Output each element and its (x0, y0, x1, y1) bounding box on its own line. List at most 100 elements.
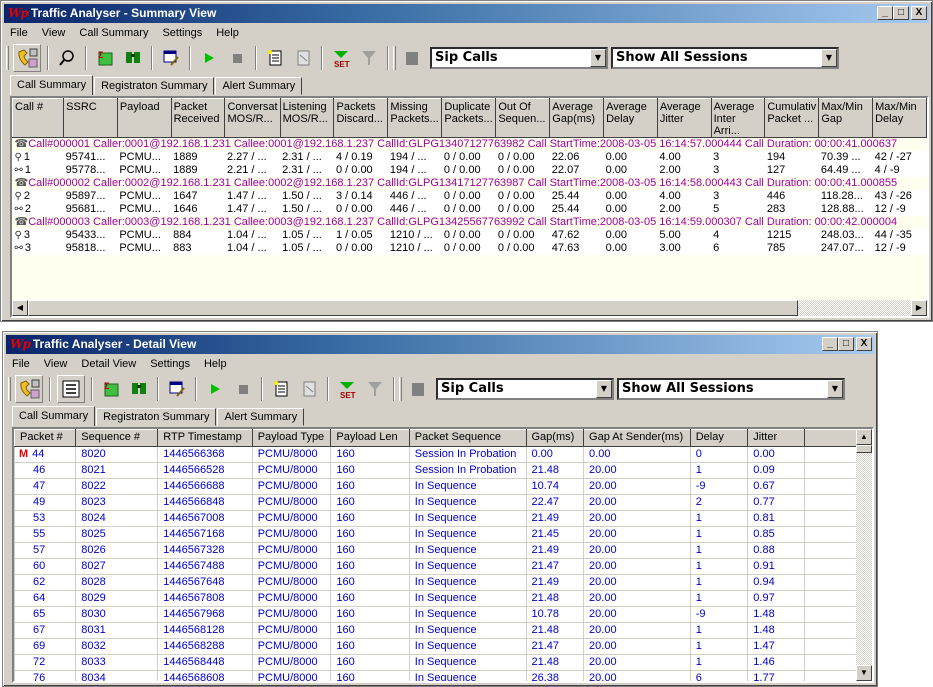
column-header[interactable]: Packet Sequence (408, 429, 527, 447)
menu-help[interactable]: Help (204, 358, 227, 370)
call-row[interactable]: ☎Call#000003 Caller:0003@192.168.1.231 C… (12, 216, 927, 229)
column-header[interactable]: Average Jitter (656, 98, 712, 138)
column-header[interactable]: Payload Type (251, 429, 332, 447)
chevron-down-icon[interactable]: ▼ (596, 380, 612, 398)
stream-row[interactable]: ⚲ 1 95741... PCMU... 1889 2.27 / ... 2.31 / ..… (12, 151, 927, 164)
play-icon[interactable] (203, 377, 227, 401)
sum-save-icon[interactable]: Σ (99, 377, 123, 401)
column-header[interactable]: Packet # (14, 429, 77, 447)
stream-row[interactable]: ⚲ 3 95433... PCMU... 884 1.04 / ... 1.05 / ...… (12, 229, 927, 242)
stop-icon[interactable] (225, 46, 249, 70)
packet-row[interactable]: 65 8030 1446567968 PCMU/8000 160 In Sequence 1… (14, 606, 872, 623)
scroll-track[interactable] (798, 300, 911, 316)
list-view-icon[interactable] (57, 375, 85, 403)
chevron-down-icon[interactable]: ▼ (827, 380, 843, 398)
packet-row[interactable]: 60 8027 1446567488 PCMU/8000 160 In Sequence 2… (14, 558, 872, 575)
scroll-right-icon[interactable]: ▶ (911, 300, 927, 316)
column-header[interactable]: Gap At Sender(ms) (583, 429, 691, 447)
column-header[interactable]: Average Inter Arri... (710, 98, 766, 138)
scroll-left-icon[interactable]: ◀ (12, 300, 28, 316)
column-header[interactable]: Delay (689, 429, 749, 447)
search-icon[interactable] (55, 46, 79, 70)
packet-row[interactable]: 55 8025 1446567168 PCMU/8000 160 In Sequence 2… (14, 526, 872, 543)
call-row[interactable]: ☎Call#000002 Caller:0002@192.168.1.231 C… (12, 177, 927, 190)
clear-filter-icon[interactable] (363, 377, 387, 401)
column-header[interactable]: Packet Received (170, 98, 226, 138)
menu-settings[interactable]: Settings (162, 27, 202, 39)
column-header[interactable]: Sequence # (75, 429, 159, 447)
binoculars-icon[interactable] (127, 377, 151, 401)
menu-view[interactable]: View (44, 358, 68, 370)
session-select[interactable]: Show All Sessions ▼ (611, 47, 839, 69)
scroll-up-icon[interactable]: ▲ (856, 429, 872, 445)
maximize-button[interactable]: □ (838, 337, 854, 351)
scroll-thumb[interactable] (856, 445, 872, 453)
chevron-down-icon[interactable]: ▼ (821, 49, 837, 67)
close-button[interactable]: X (856, 337, 872, 351)
session-select[interactable]: Show All Sessions ▼ (617, 378, 845, 400)
column-header[interactable]: Conversat MOS/R... (224, 98, 281, 138)
sum-save-icon[interactable]: Σ (93, 46, 117, 70)
column-header[interactable]: Average Delay (603, 98, 658, 138)
packet-row[interactable]: 72 8033 1446568448 PCMU/8000 160 In Sequence 2… (14, 654, 872, 671)
new-document-icon[interactable] (269, 377, 293, 401)
clear-filter-icon[interactable] (357, 46, 381, 70)
column-header[interactable]: Max/Min Gap (818, 98, 874, 138)
stream-row[interactable]: ⚯ 3 95818... PCMU... 883 1.04 / ... 1.05 / ...… (12, 242, 927, 255)
minimize-button[interactable]: _ (877, 6, 893, 20)
edit-report-icon[interactable] (165, 377, 189, 401)
scroll-thumb[interactable] (28, 300, 798, 316)
packet-row[interactable]: 67 8031 1446568128 PCMU/8000 160 In Sequence 2… (14, 622, 872, 639)
tab-registration-summary[interactable]: Registraton Summary (94, 77, 215, 95)
packet-row[interactable]: 62 8028 1446567648 PCMU/8000 160 In Sequence 2… (14, 574, 872, 591)
minimize-button[interactable]: _ (822, 337, 838, 351)
tab-registration-summary[interactable]: Registraton Summary (96, 408, 217, 426)
stop-icon[interactable] (231, 377, 255, 401)
packet-row[interactable]: 57 8026 1446567328 PCMU/8000 160 In Sequence 2… (14, 542, 872, 559)
new-document-icon[interactable] (263, 46, 287, 70)
toolbar-grip[interactable] (6, 46, 9, 70)
packet-row[interactable]: 46 8021 1446566528 PCMU/8000 160 Session In P… (14, 462, 872, 479)
clear-document-icon[interactable] (291, 46, 315, 70)
menu-help[interactable]: Help (216, 27, 239, 39)
packet-row[interactable]: 76 8034 1446568608 PCMU/8000 160 In Sequence 2… (14, 670, 872, 681)
edit-report-icon[interactable] (159, 46, 183, 70)
binoculars-icon[interactable] (121, 46, 145, 70)
horizontal-scrollbar[interactable]: ◀ ▶ (12, 300, 927, 316)
set-filter-icon[interactable]: SET (335, 377, 359, 401)
call-type-select[interactable]: Sip Calls ▼ (436, 378, 614, 400)
column-header[interactable]: Duplicate Packets... (441, 98, 497, 138)
column-header[interactable]: Packets Discard... (333, 98, 389, 138)
column-header[interactable]: Jitter (747, 429, 805, 447)
menu-detail-view[interactable]: Detail View (81, 358, 136, 370)
packet-row[interactable]: 49 8023 1446566848 PCMU/8000 160 In Sequence 2… (14, 494, 872, 511)
call-row[interactable]: ☎Call#000001 Caller:0001@192.168.1.231 C… (12, 137, 927, 151)
column-header[interactable]: Average Gap(ms) (549, 98, 605, 138)
toolbar-grip[interactable] (8, 377, 11, 401)
title-bar[interactable]: Wp Traffic Analyser - Detail View _ □ X (6, 335, 874, 354)
column-header[interactable]: Gap(ms) (525, 429, 585, 447)
packet-row[interactable]: 53 8024 1446567008 PCMU/8000 160 In Sequence 2… (14, 510, 872, 527)
menu-file[interactable]: File (10, 27, 28, 39)
call-type-select[interactable]: Sip Calls ▼ (430, 47, 608, 69)
call-phone-icon[interactable] (13, 44, 41, 72)
maximize-button[interactable]: □ (893, 6, 909, 20)
stream-row[interactable]: ⚯ 2 95681... PCMU... 1646 1.47 / ... 1.50 / ..… (12, 203, 927, 216)
tab-call-summary[interactable]: Call Summary (10, 75, 94, 95)
column-header[interactable]: Call # (12, 98, 65, 138)
play-icon[interactable] (197, 46, 221, 70)
column-header[interactable]: Max/Min Delay (872, 98, 927, 138)
column-header[interactable]: RTP Timestamp (157, 429, 253, 447)
stream-row[interactable]: ⚯ 1 95778... PCMU... 1889 2.21 / ... 2.31 / ..… (12, 164, 927, 177)
packet-row[interactable]: 64 8029 1446567808 PCMU/8000 160 In Sequence 2… (14, 590, 872, 607)
column-header[interactable]: Out Of Sequen... (495, 98, 551, 138)
menu-call-summary[interactable]: Call Summary (79, 27, 148, 39)
set-filter-icon[interactable]: SET (329, 46, 353, 70)
packet-row[interactable]: 47 8022 1446566688 PCMU/8000 160 In Sequence 1… (14, 478, 872, 495)
tab-alert-summary[interactable]: Alert Summary (215, 77, 303, 95)
tab-call-summary[interactable]: Call Summary (12, 406, 96, 426)
menu-settings[interactable]: Settings (150, 358, 190, 370)
column-header[interactable]: Payload (116, 98, 172, 138)
menu-file[interactable]: File (12, 358, 30, 370)
title-bar[interactable]: Wp Traffic Analyser - Summary View _ □ X (4, 4, 929, 23)
